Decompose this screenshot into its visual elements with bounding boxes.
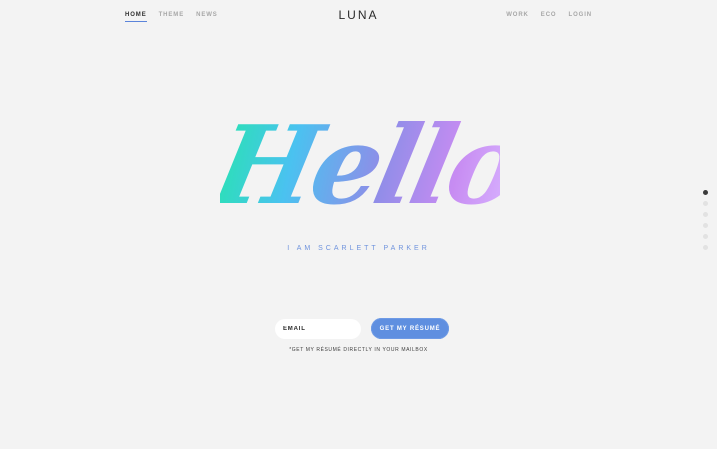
site-logo[interactable]: LUNA xyxy=(0,8,717,22)
pagination-dot[interactable] xyxy=(703,190,708,195)
hello-script-text: Hello xyxy=(220,103,500,229)
pagination-dot[interactable] xyxy=(703,234,708,239)
hero-headline: Hello xyxy=(220,103,500,231)
pagination-dots xyxy=(703,190,708,250)
nav-link-eco[interactable]: ECO xyxy=(541,12,557,22)
email-field[interactable] xyxy=(275,318,361,339)
subscribe-caption: *GET MY RÉSUMÉ DIRECTLY IN YOUR MAILBOX xyxy=(289,347,428,353)
pagination-dot[interactable] xyxy=(703,212,708,217)
nav-link-work[interactable]: WORK xyxy=(506,12,529,22)
get-resume-button[interactable]: GET MY RÉSUMÉ xyxy=(371,318,449,339)
pagination-dot[interactable] xyxy=(703,245,708,250)
subscribe-form: GET MY RÉSUMÉ xyxy=(275,318,449,339)
nav-link-login[interactable]: LOGIN xyxy=(569,12,593,22)
pagination-dot[interactable] xyxy=(703,223,708,228)
hero-subtitle: I AM SCARLETT PARKER xyxy=(287,245,430,252)
pagination-dot[interactable] xyxy=(703,201,708,206)
top-nav-right: WORK ECO LOGIN xyxy=(506,12,592,22)
